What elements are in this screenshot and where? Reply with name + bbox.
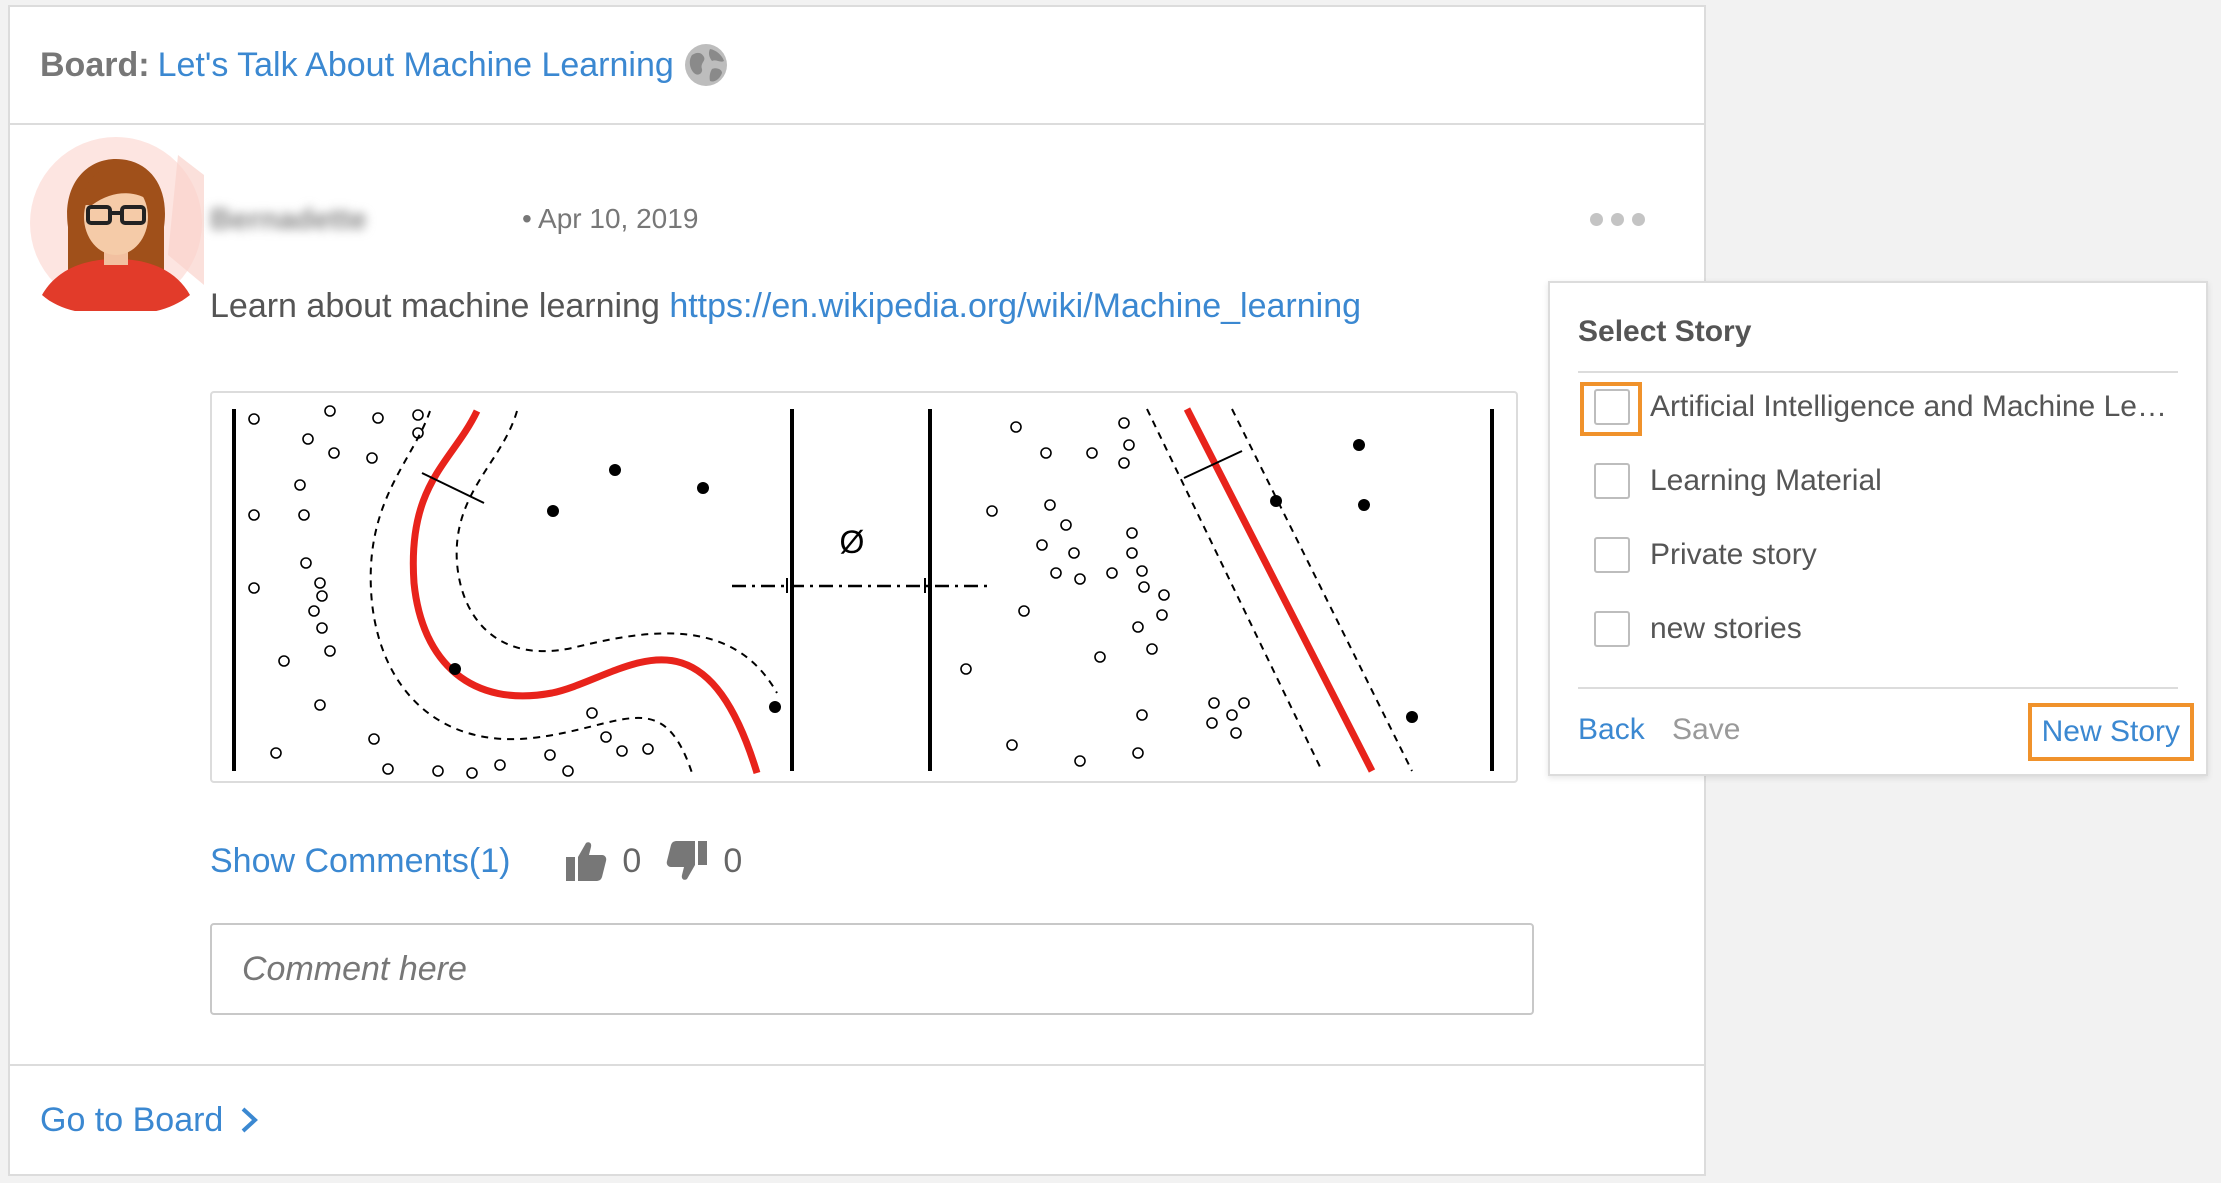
show-comments-link[interactable]: Show Comments(1) bbox=[210, 842, 510, 881]
chevron-right-icon bbox=[241, 1107, 259, 1133]
post-card: Board: Let's Talk About Machine Learning… bbox=[8, 5, 1706, 1176]
go-to-board-label: Go to Board bbox=[40, 1100, 224, 1139]
like-control[interactable]: 0 bbox=[564, 839, 641, 883]
story-label: Private story bbox=[1650, 538, 1817, 571]
post-link[interactable]: https://en.wikipedia.org/wiki/Machine_le… bbox=[669, 287, 1361, 325]
card-footer: Go to Board bbox=[10, 1064, 1704, 1174]
post-body: Learn about machine learning bbox=[210, 287, 670, 325]
date-value: Apr 10, 2019 bbox=[538, 203, 699, 234]
board-header: Board: Let's Talk About Machine Learning bbox=[10, 7, 1704, 125]
story-label: Learning Material bbox=[1650, 464, 1882, 497]
story-item-private-story[interactable]: Private story bbox=[1594, 537, 1817, 573]
go-to-board-link[interactable]: Go to Board bbox=[40, 1101, 263, 1140]
popup-title: Select Story bbox=[1578, 315, 1752, 348]
post-text: Learn about machine learning https://en.… bbox=[210, 287, 1361, 326]
post-actions: Show Comments(1) 0 0 bbox=[210, 839, 742, 883]
story-item-ai-ml[interactable]: Artificial Intelligence and Machine Le… bbox=[1594, 389, 2167, 425]
new-story-button[interactable]: New Story bbox=[2027, 703, 2194, 761]
avatar[interactable] bbox=[28, 135, 204, 311]
back-button[interactable]: Back bbox=[1578, 713, 1645, 747]
post-date: • Apr 10, 2019 bbox=[522, 203, 698, 235]
like-count: 0 bbox=[622, 841, 642, 880]
story-item-new-stories[interactable]: new stories bbox=[1594, 611, 1802, 647]
dislike-count: 0 bbox=[723, 841, 743, 880]
dislike-control[interactable]: 0 bbox=[665, 839, 742, 883]
board-name-link[interactable]: Let's Talk About Machine Learning bbox=[158, 46, 674, 85]
thumbs-up-icon[interactable] bbox=[564, 839, 608, 883]
story-item-learning-material[interactable]: Learning Material bbox=[1594, 463, 1882, 499]
date-bullet: • bbox=[522, 203, 532, 234]
globe-icon bbox=[684, 44, 727, 86]
comment-input[interactable] bbox=[210, 923, 1534, 1015]
board-label: Board: bbox=[40, 45, 150, 84]
phi-symbol: Ø bbox=[840, 524, 865, 560]
story-label: new stories bbox=[1650, 612, 1802, 645]
svm-illustration: Ø bbox=[232, 405, 1494, 779]
story-checkbox[interactable] bbox=[1594, 611, 1630, 647]
thumbs-down-icon[interactable] bbox=[665, 839, 709, 883]
popup-divider bbox=[1578, 687, 2178, 689]
post-image[interactable]: Ø bbox=[210, 391, 1518, 783]
popup-divider bbox=[1578, 371, 2178, 373]
story-label: Artificial Intelligence and Machine Le… bbox=[1650, 390, 2167, 423]
story-checkbox[interactable] bbox=[1594, 537, 1630, 573]
more-options-icon[interactable] bbox=[1590, 213, 1645, 226]
save-button[interactable]: Save bbox=[1672, 713, 1740, 747]
story-checkbox[interactable] bbox=[1594, 389, 1630, 425]
select-story-popup: Select Story Artificial Intelligence and… bbox=[1548, 281, 2208, 776]
story-checkbox[interactable] bbox=[1594, 463, 1630, 499]
author-name[interactable]: Bernadette bbox=[210, 203, 367, 237]
